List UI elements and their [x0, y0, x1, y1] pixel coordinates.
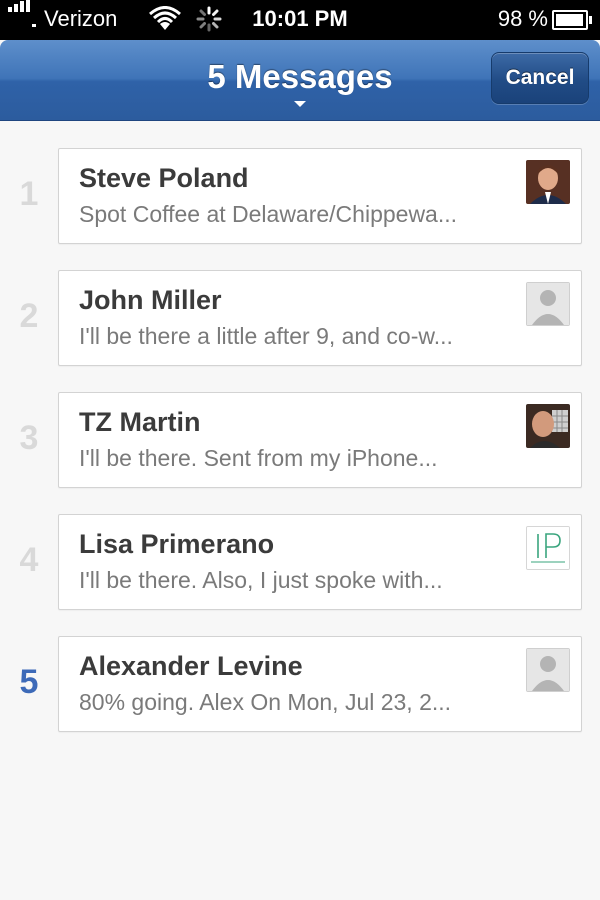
status-bar: Verizon 10:01 PM 98 % [0, 0, 600, 40]
sender-name: TZ Martin [79, 407, 201, 437]
default-avatar-icon [526, 648, 570, 692]
list-item[interactable]: 2 John Miller I'll be there a little aft… [0, 270, 600, 366]
row-number: 5 [19, 663, 39, 701]
sender-name: Lisa Primerano [79, 529, 275, 559]
ip-logo-avatar [526, 526, 570, 570]
list-item[interactable]: 3 TZ Martin I'll be there. Sent from my … [0, 392, 600, 488]
default-avatar-icon [526, 282, 570, 326]
message-preview: I'll be there. Also, I just spoke with..… [79, 567, 443, 593]
avatar [526, 160, 570, 204]
message-card[interactable]: Steve Poland Spot Coffee at Delaware/Chi… [58, 148, 582, 244]
sender-name: Alexander Levine [79, 651, 303, 681]
battery-icon [552, 10, 592, 30]
chevron-down-icon[interactable] [294, 101, 306, 107]
sender-name: John Miller [79, 285, 222, 315]
battery-percent: 98 % [497, 6, 548, 31]
message-preview: Spot Coffee at Delaware/Chippewa... [79, 201, 458, 227]
avatar [526, 404, 570, 448]
row-number: 1 [19, 175, 39, 213]
row-number: 4 [19, 541, 39, 579]
list-item[interactable]: 4 Lisa Primerano I'll be there. Also, I … [0, 514, 600, 610]
message-card[interactable]: Alexander Levine 80% going. Alex On Mon,… [58, 636, 582, 732]
message-card[interactable]: TZ Martin I'll be there. Sent from my iP… [58, 392, 582, 488]
list-item[interactable]: 1 Steve Poland Spot Coffee at Delaware/C… [0, 148, 600, 244]
message-preview: I'll be there. Sent from my iPhone... [79, 445, 438, 471]
message-preview: I'll be there a little after 9, and co-w… [79, 323, 453, 349]
row-number: 2 [19, 297, 39, 335]
sender-name: Steve Poland [79, 163, 249, 193]
message-card[interactable]: Lisa Primerano I'll be there. Also, I ju… [58, 514, 582, 610]
navigation-bar: 5 Messages Cancel [0, 40, 600, 121]
list-item[interactable]: 5 Alexander Levine 80% going. Alex On Mo… [0, 636, 600, 732]
message-preview: 80% going. Alex On Mon, Jul 23, 2... [79, 689, 452, 715]
row-number: 3 [19, 419, 39, 457]
message-card[interactable]: John Miller I'll be there a little after… [58, 270, 582, 366]
cancel-button[interactable]: Cancel [491, 52, 589, 104]
